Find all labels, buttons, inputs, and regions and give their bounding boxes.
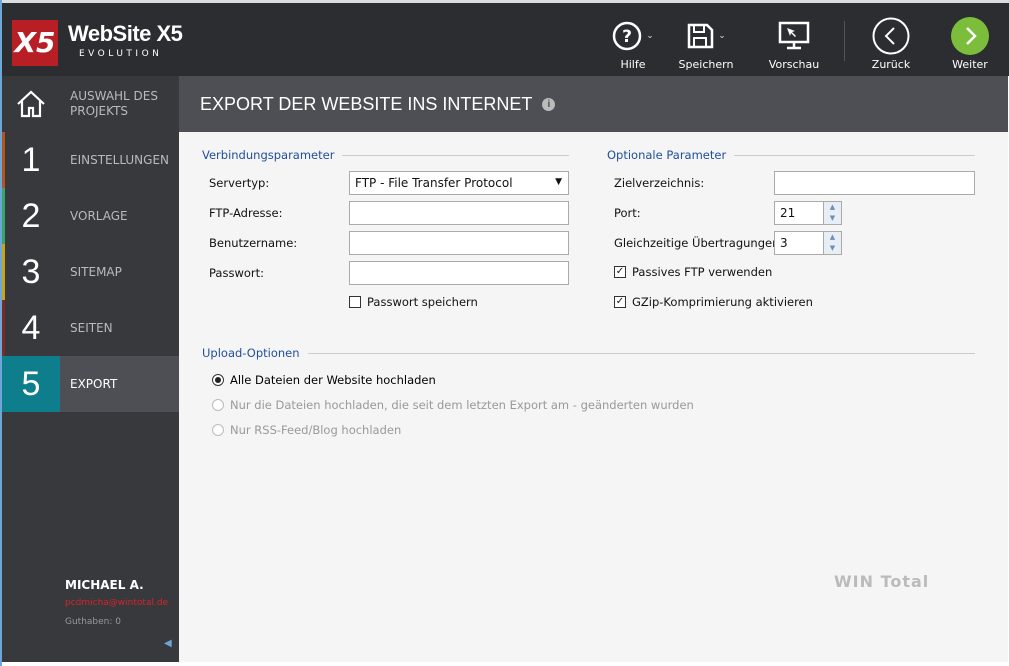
chevron-down-icon: ⌄ [718, 31, 726, 41]
section-title: Upload-Optionen [202, 346, 300, 360]
upload-all-radio[interactable]: Alle Dateien der Website hochladen [212, 373, 436, 387]
sidebar-item-pages[interactable]: 4 SEITEN [2, 300, 179, 356]
sidebar-item-settings[interactable]: 1 EINSTELLUNGEN [2, 132, 179, 188]
brand-edition: EVOLUTION [79, 49, 163, 59]
help-label: Hilfe [620, 58, 646, 71]
radio-button[interactable] [212, 424, 224, 436]
toolbar-divider [844, 21, 845, 61]
page-header: EXPORT DER WEBSITE INS INTERNET i [179, 76, 1008, 132]
ftp-address-input[interactable] [349, 201, 569, 225]
port-input[interactable]: 21 [774, 201, 824, 225]
checkbox-label: Passwort speichern [367, 295, 478, 309]
port-stepper[interactable]: ▲ ▼ [824, 201, 842, 225]
server-type-select[interactable]: FTP - File Transfer Protocol [349, 171, 569, 195]
watermark-logo: WIN Total [834, 572, 930, 591]
radio-button[interactable] [212, 399, 224, 411]
section-upload: Upload-Optionen [202, 346, 975, 360]
step-color-stripe [2, 244, 5, 300]
port-label: Port: [614, 206, 641, 220]
ftp-address-label: FTP-Adresse: [209, 206, 283, 220]
help-icon: ? [612, 21, 642, 51]
password-input[interactable] [349, 261, 569, 285]
check-icon[interactable]: ✓ [614, 266, 626, 278]
password-label: Passwort: [209, 266, 265, 280]
radio-label: Nur die Dateien hochladen, die seit dem … [230, 398, 694, 412]
passive-ftp-checkbox[interactable]: ✓ Passives FTP verwenden [614, 265, 772, 279]
back-label: Zurück [871, 58, 911, 71]
step-number: 4 [21, 308, 41, 347]
sidebar: AUSWAHL DES PROJEKTS 1 EINSTELLUNGEN 2 VOR… [2, 76, 179, 662]
section-connection: Verbindungsparameter [202, 148, 569, 162]
info-icon[interactable]: i [542, 97, 556, 111]
sidebar-item-label: VORLAGE [70, 208, 128, 223]
save-button[interactable]: ⌄ Speichern [675, 17, 737, 71]
sidebar-item-export[interactable]: 5 EXPORT [2, 356, 179, 412]
preview-label: Vorschau [768, 58, 820, 71]
checkbox-label: Passives FTP verwenden [632, 265, 773, 279]
upload-rss-radio[interactable]: Nur RSS-Feed/Blog hochladen [212, 423, 401, 437]
radio-label: Alle Dateien der Website hochladen [230, 373, 436, 387]
help-button[interactable]: ? ⌄ Hilfe [608, 17, 658, 71]
target-dir-label: Zielverzeichnis: [614, 176, 705, 190]
radio-button[interactable] [212, 374, 224, 386]
sidebar-item-label: EINSTELLUNGEN [70, 152, 170, 167]
server-type-value: FTP - File Transfer Protocol [355, 176, 513, 190]
next-button[interactable]: Weiter [945, 17, 995, 71]
sidebar-item-label: SITEMAP [70, 264, 122, 279]
sidebar-item-label: EXPORT [60, 356, 179, 412]
user-credit: Guthaben: 0 [65, 617, 121, 627]
page-title: EXPORT DER WEBSITE INS INTERNET [200, 93, 533, 114]
preview-button[interactable]: Vorschau [764, 17, 824, 71]
step-number: 1 [21, 140, 41, 179]
user-name: MICHAEL A. [65, 578, 144, 592]
save-password-checkbox[interactable]: Passwort speichern [349, 295, 478, 309]
username-label: Benutzername: [209, 236, 298, 250]
user-email[interactable]: pcdmicha@wintotal.de [65, 598, 168, 608]
upload-changed-radio[interactable]: Nur die Dateien hochladen, die seit dem … [212, 398, 694, 412]
brand-name: WebSite X5 [68, 21, 183, 46]
top-toolbar: X5 WebSite X5 EVOLUTION ? ⌄ Hilfe ⌄ Speic… [2, 0, 1009, 76]
check-icon[interactable]: ✓ [614, 296, 626, 308]
save-label: Speichern [678, 58, 734, 71]
target-dir-input[interactable] [774, 171, 975, 195]
section-title: Verbindungsparameter [202, 148, 335, 162]
step-number: 3 [21, 252, 41, 291]
save-icon [687, 23, 714, 49]
monitor-icon [778, 21, 810, 50]
collapse-sidebar-icon[interactable]: ◀ [164, 638, 172, 649]
step-number: 5 [2, 356, 60, 412]
arrow-right-circle-icon [951, 17, 989, 55]
sidebar-item-project[interactable]: AUSWAHL DES PROJEKTS [2, 76, 179, 132]
step-color-stripe [2, 188, 5, 244]
sidebar-item-label: SEITEN [70, 320, 113, 335]
sidebar-item-label: AUSWAHL DES PROJEKTS [70, 89, 158, 118]
next-label: Weiter [952, 58, 988, 71]
checkbox-label: GZip-Komprimierung aktivieren [632, 295, 813, 309]
parallel-transfers-label: Gleichzeitige Übertragungen: [614, 236, 784, 250]
parallel-transfers-input[interactable]: 3 [774, 231, 824, 255]
server-type-label: Servertyp: [209, 176, 270, 190]
section-title: Optionale Parameter [607, 148, 727, 162]
section-optional: Optionale Parameter [607, 148, 975, 162]
svg-text:?: ? [622, 27, 632, 47]
step-number: 2 [21, 196, 41, 235]
app-logo: X5 [12, 20, 58, 66]
checkbox-box[interactable] [349, 296, 361, 308]
sidebar-item-sitemap[interactable]: 3 SITEMAP [2, 244, 179, 300]
radio-label: Nur RSS-Feed/Blog hochladen [230, 423, 402, 437]
parallel-transfers-stepper[interactable]: ▲ ▼ [824, 231, 842, 255]
sidebar-item-template[interactable]: 2 VORLAGE [2, 188, 179, 244]
username-input[interactable] [349, 231, 569, 255]
gzip-checkbox[interactable]: ✓ GZip-Komprimierung aktivieren [614, 295, 813, 309]
home-icon [17, 90, 45, 118]
back-button[interactable]: Zurück [866, 17, 916, 71]
chevron-down-icon: ⌄ [646, 31, 654, 41]
step-color-stripe [2, 300, 5, 356]
main-content: Verbindungsparameter Servertyp: FTP - Fi… [179, 132, 1008, 662]
arrow-left-circle-icon [872, 17, 910, 55]
step-color-stripe [2, 132, 5, 188]
